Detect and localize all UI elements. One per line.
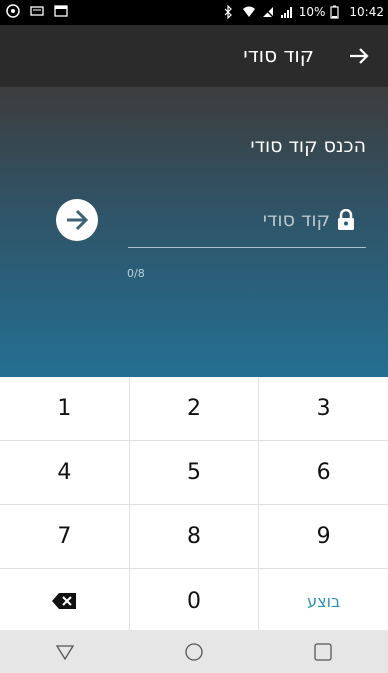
page-title: קוד סודי	[243, 43, 314, 67]
battery-icon	[330, 5, 344, 19]
keypad-row: 4 5 6	[0, 441, 388, 505]
key-8[interactable]: 8	[130, 505, 260, 568]
lock-icon	[336, 208, 356, 231]
nav-recents-button[interactable]	[303, 632, 343, 672]
battery-percent: 10%	[298, 5, 326, 19]
char-counter: 0/8	[127, 267, 145, 280]
back-button[interactable]	[344, 41, 374, 71]
passcode-panel: הכנס קוד סודי 0/8	[0, 87, 388, 377]
key-4[interactable]: 4	[0, 441, 130, 504]
passcode-input[interactable]	[128, 201, 332, 239]
key-2[interactable]: 2	[130, 377, 260, 440]
key-0[interactable]: 0	[130, 569, 260, 633]
prompt-label: הכנס קוד סודי	[250, 135, 366, 157]
app-bar: קוד סודי	[0, 25, 388, 87]
backspace-key[interactable]	[0, 569, 130, 633]
app-notification-icon	[6, 4, 20, 18]
bluetooth-icon	[223, 4, 237, 20]
keypad-row: 0 בוצע	[0, 569, 388, 633]
status-left-icons	[6, 4, 68, 18]
submit-button[interactable]	[56, 199, 98, 241]
status-bar: 10% 10:42	[0, 0, 388, 25]
numeric-keypad: 1 2 3 4 5 6 7 8 9 0 בוצע	[0, 377, 388, 633]
mute-icon	[261, 5, 275, 19]
system-nav-bar	[0, 630, 388, 673]
arrow-forward-icon	[350, 48, 369, 64]
clock-time: 10:42	[349, 5, 384, 19]
key-7[interactable]: 7	[0, 505, 130, 568]
status-right-icons: 10% 10:42	[223, 4, 384, 20]
done-key[interactable]: בוצע	[259, 569, 388, 633]
backspace-icon	[52, 593, 77, 609]
triangle-back-icon	[55, 644, 74, 660]
arrow-forward-icon	[67, 209, 89, 231]
circle-home-icon	[185, 642, 203, 661]
nav-back-button[interactable]	[45, 632, 85, 672]
key-1[interactable]: 1	[0, 377, 130, 440]
signal-icon	[280, 5, 294, 19]
nav-home-button[interactable]	[174, 632, 214, 672]
image-notification-icon	[54, 4, 68, 18]
key-5[interactable]: 5	[130, 441, 260, 504]
key-6[interactable]: 6	[259, 441, 388, 504]
passcode-field	[128, 195, 366, 248]
message-notification-icon	[30, 4, 44, 18]
key-9[interactable]: 9	[259, 505, 388, 568]
square-recents-icon	[314, 642, 332, 661]
wifi-icon	[242, 5, 256, 19]
key-3[interactable]: 3	[259, 377, 388, 440]
keypad-row: 1 2 3	[0, 377, 388, 441]
keypad-row: 7 8 9	[0, 505, 388, 569]
